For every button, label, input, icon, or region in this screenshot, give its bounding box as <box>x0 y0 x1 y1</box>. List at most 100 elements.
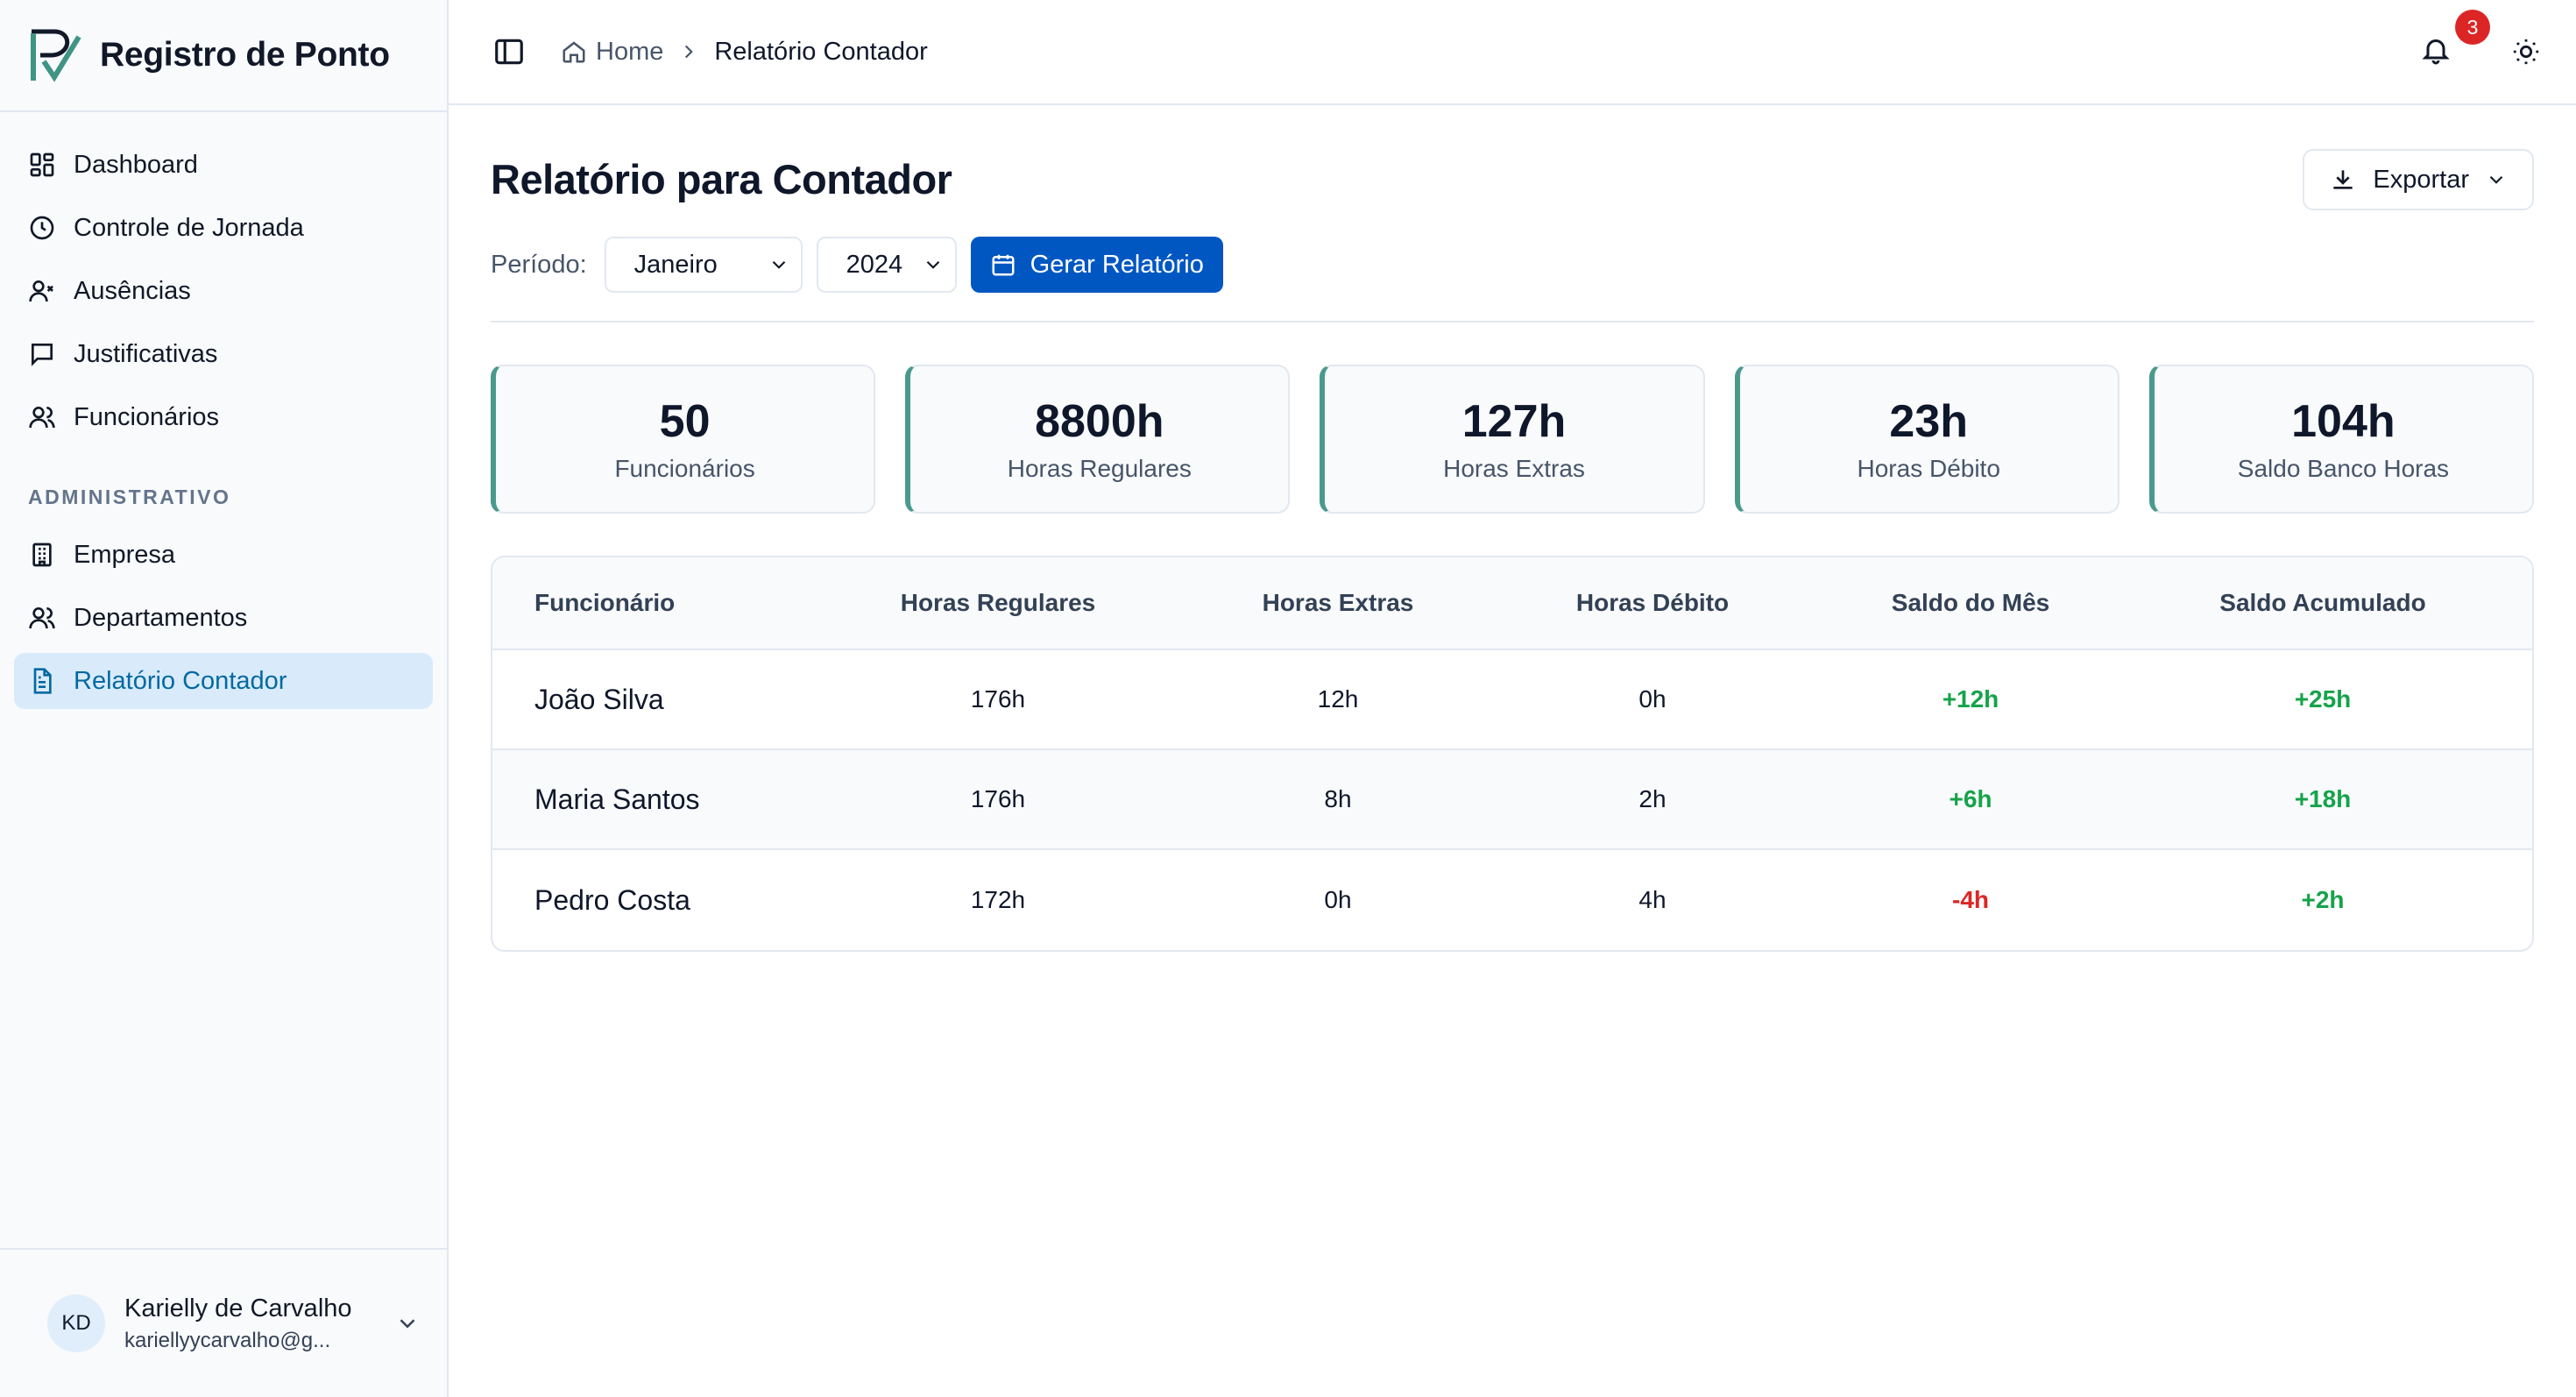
month-select[interactable]: Janeiro <box>604 237 803 293</box>
sidebar-item-dashboard[interactable]: Dashboard <box>14 137 433 193</box>
sidebar-nav: Dashboard Controle de Jornada Ausências … <box>0 112 447 716</box>
sidebar-item-label: Relatório Contador <box>74 666 287 695</box>
month-balance: +12h <box>1942 685 1999 713</box>
message-icon <box>32 344 53 366</box>
clock-icon <box>30 216 54 240</box>
table-row[interactable]: Maria Santos 176h 8h 2h +6h +18h <box>492 750 2532 850</box>
sidebar-item-label: Funcionários <box>74 402 220 431</box>
stat-label: Horas Regulares <box>1007 455 1192 482</box>
stat-label: Saldo Banco Horas <box>2237 455 2450 482</box>
filter-row: Período: Janeiro 2024 Gerar Relatório <box>491 237 2534 323</box>
download-icon <box>2333 170 2353 189</box>
sidebar-item-departamentos[interactable]: Departamentos <box>14 590 433 646</box>
accumulated-balance: +2h <box>2301 886 2345 913</box>
table-row[interactable]: João Silva 176h 12h 0h +12h +25h <box>492 650 2532 750</box>
stat-card-funcionarios: 50 Funcionários <box>491 365 876 514</box>
stat-value: 23h <box>1889 396 1969 447</box>
file-text-icon <box>33 668 52 694</box>
stat-label: Horas Extras <box>1443 455 1585 482</box>
sidebar-item-label: Dashboard <box>74 150 198 179</box>
brand[interactable]: Registro de Ponto <box>0 0 447 112</box>
breadcrumb-current: Relatório Contador <box>714 37 928 66</box>
column-header[interactable]: Saldo Acumulado <box>2136 589 2509 617</box>
column-header[interactable]: Horas Regulares <box>820 589 1176 617</box>
sidebar-item-justificativas[interactable]: Justificativas <box>14 326 433 382</box>
table-header: Funcionário Horas Regulares Horas Extras… <box>492 557 2532 650</box>
generate-report-button[interactable]: Gerar Relatório <box>970 237 1223 293</box>
export-button[interactable]: Exportar <box>2303 149 2534 210</box>
users-icon <box>29 407 55 429</box>
stat-card-saldo-banco-horas: 104h Saldo Banco Horas <box>2148 365 2535 514</box>
calendar-icon <box>992 254 1015 276</box>
stat-card-horas-regulares: 8800h Horas Regulares <box>905 365 1291 514</box>
chevron-right-icon <box>685 45 694 59</box>
building-icon <box>32 542 52 567</box>
top-actions: 3 <box>2420 10 2541 69</box>
user-menu[interactable]: KD Karielly de Carvalho kariellyycarvalh… <box>0 1248 447 1397</box>
sidebar-item-relatorio-contador[interactable]: Relatório Contador <box>14 653 433 709</box>
logo-icon <box>31 29 81 82</box>
debit-hours: 2h <box>1638 785 1667 812</box>
chevron-down-icon[interactable] <box>394 1310 421 1337</box>
generate-report-label: Gerar Relatório <box>1030 250 1204 279</box>
avatar: KD <box>47 1294 105 1352</box>
home-icon <box>563 41 585 63</box>
stat-label: Funcionários <box>614 455 755 482</box>
sidebar-item-label: Justificativas <box>74 339 218 368</box>
user-email: kariellyycarvalho@g... <box>124 1328 331 1352</box>
month-balance: +6h <box>1949 785 1992 812</box>
sidebar-item-ausencias[interactable]: Ausências <box>14 263 433 319</box>
regular-hours: 172h <box>970 886 1026 913</box>
breadcrumb: Home Relatório Contador <box>561 38 928 67</box>
month-value: Janeiro <box>633 250 718 279</box>
debit-hours: 0h <box>1638 685 1667 713</box>
column-header[interactable]: Saldo do Mês <box>1805 589 2136 617</box>
stat-label: Horas Débito <box>1857 455 2000 482</box>
regular-hours: 176h <box>970 685 1026 713</box>
user-name: Karielly de Carvalho <box>124 1294 352 1323</box>
user-x-icon <box>29 280 53 302</box>
sidebar-item-label: Empresa <box>74 540 176 569</box>
year-select[interactable]: 2024 <box>816 237 957 293</box>
regular-hours: 176h <box>970 785 1026 812</box>
column-header[interactable]: Horas Extras <box>1176 589 1500 617</box>
column-header[interactable]: Horas Débito <box>1500 589 1805 617</box>
sun-icon[interactable] <box>2511 37 2541 67</box>
stat-card-horas-debito: 23h Horas Débito <box>1734 365 2120 514</box>
notifications-button[interactable]: 3 <box>2420 10 2490 69</box>
content: Relatório para Contador Exportar Período… <box>449 105 2576 952</box>
app-name: Registro de Ponto <box>100 36 390 74</box>
topbar: Home Relatório Contador 3 <box>449 0 2576 105</box>
extra-hours: 0h <box>1324 886 1352 913</box>
sidebar-item-funcionarios[interactable]: Funcionários <box>14 389 433 445</box>
stats-row: 50 Funcionários 8800h Horas Regulares 12… <box>491 365 2535 514</box>
page-header: Relatório para Contador Exportar <box>491 105 2534 210</box>
breadcrumb-home-label: Home <box>596 37 664 66</box>
chevron-down-icon <box>926 260 939 269</box>
debit-hours: 4h <box>1638 886 1667 913</box>
sidebar-item-label: Ausências <box>74 276 191 305</box>
sidebar: Registro de Ponto Dashboard Controle de … <box>0 0 449 1397</box>
chevron-down-icon <box>2489 175 2503 184</box>
page-title: Relatório para Contador <box>491 155 952 202</box>
sidebar-item-label: Departamentos <box>74 603 248 632</box>
month-balance: -4h <box>1952 886 1989 913</box>
employee-name: Pedro Costa <box>534 883 690 916</box>
table-row[interactable]: Pedro Costa 172h 0h 4h -4h +2h <box>492 850 2532 950</box>
accumulated-balance: +18h <box>2294 785 2352 812</box>
dashboard-icon <box>30 152 54 177</box>
column-header[interactable]: Funcionário <box>492 589 820 617</box>
sidebar-toggle-icon[interactable] <box>492 35 526 68</box>
accumulated-balance: +25h <box>2294 685 2352 713</box>
report-table: Funcionário Horas Regulares Horas Extras… <box>491 556 2534 952</box>
stat-value: 104h <box>2291 396 2396 447</box>
stat-card-horas-extras: 127h Horas Extras <box>1320 365 1705 514</box>
stat-value: 8800h <box>1035 396 1164 447</box>
breadcrumb-home[interactable]: Home <box>561 38 663 67</box>
year-value: 2024 <box>846 250 903 279</box>
stat-value: 127h <box>1461 396 1567 447</box>
sidebar-item-empresa[interactable]: Empresa <box>14 527 433 583</box>
period-label: Período: <box>491 250 587 279</box>
sidebar-item-controle-de-jornada[interactable]: Controle de Jornada <box>14 200 433 256</box>
export-label: Exportar <box>2373 165 2469 194</box>
